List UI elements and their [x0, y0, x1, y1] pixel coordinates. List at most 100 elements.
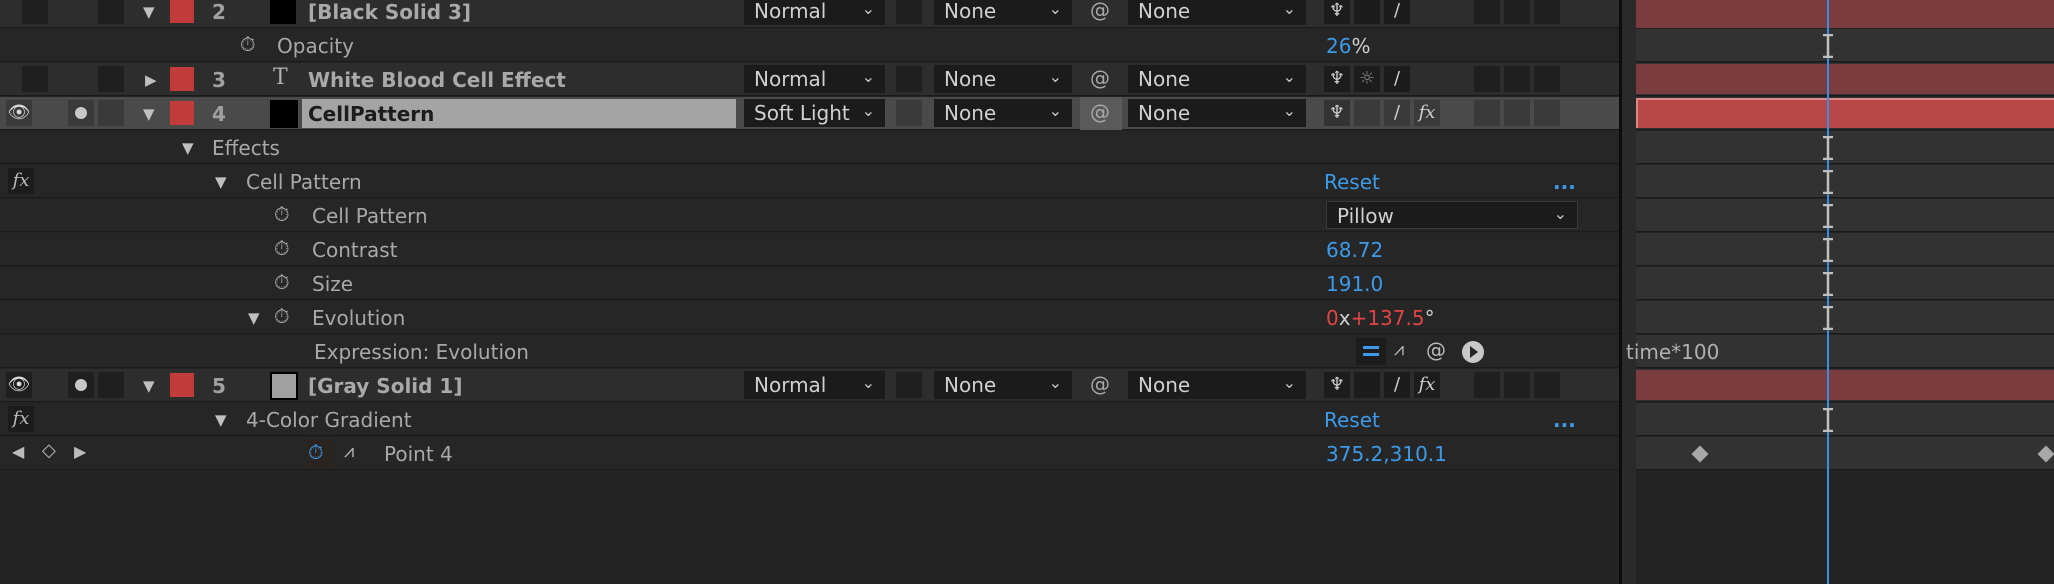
twirl-down-icon[interactable]: ▼: [143, 3, 155, 21]
more-options-link[interactable]: ...: [1553, 170, 1576, 194]
stopwatch-icon[interactable]: ⏱: [274, 304, 290, 328]
layer-name-field[interactable]: CellPattern: [302, 99, 736, 128]
label-color-swatch[interactable]: [170, 0, 194, 23]
pickwhip-spiral-icon[interactable]: @: [1090, 372, 1110, 396]
twirl-down-icon[interactable]: ▼: [248, 309, 260, 327]
solo-toggle[interactable]: [68, 372, 94, 398]
eye-icon[interactable]: 👁: [6, 100, 32, 126]
cell-pattern-dropdown[interactable]: Pillow ⌄: [1326, 201, 1578, 229]
add-keyframe-diamond-icon[interactable]: ◇: [42, 440, 56, 461]
reset-link[interactable]: Reset: [1324, 408, 1380, 432]
lock-toggle[interactable]: [98, 100, 124, 126]
twirl-down-icon[interactable]: ▼: [143, 377, 155, 395]
keyframe[interactable]: [2037, 445, 2054, 463]
fx-toggle-icon[interactable]: fx: [8, 406, 34, 432]
pickwhip-spiral-icon[interactable]: @: [1090, 0, 1110, 22]
solo-toggle[interactable]: [68, 100, 94, 126]
switch-box[interactable]: [1474, 100, 1500, 126]
switch-box[interactable]: [1474, 66, 1500, 92]
mode-dropdown[interactable]: Normal ⌄: [744, 65, 885, 93]
timeline-area[interactable]: time*100: [1626, 0, 2054, 584]
size-value[interactable]: 191.0: [1326, 272, 1383, 296]
expression-language-menu-icon[interactable]: [1462, 341, 1484, 363]
graph-icon[interactable]: ⩘: [1394, 339, 1404, 360]
layer-row-2[interactable]: ▼ 2 [Black Solid 3] Normal ⌄ None ⌄ @ None…: [0, 0, 1621, 28]
trkmat-dropdown[interactable]: None ⌄: [934, 0, 1072, 25]
switch-box[interactable]: [1474, 372, 1500, 398]
preserve-transparency-toggle[interactable]: [896, 0, 922, 24]
contrast-value[interactable]: 68.72: [1326, 238, 1383, 262]
layer-row-3[interactable]: ▶ 3 T White Blood Cell Effect Normal ⌄ No…: [0, 63, 1621, 96]
quality-slash-icon[interactable]: /: [1384, 100, 1410, 126]
effects-group-row[interactable]: ▼ Effects: [0, 131, 1621, 164]
layer-duration-bar-selected[interactable]: [1636, 98, 2054, 128]
twirl-down-icon[interactable]: ▼: [143, 105, 155, 123]
stopwatch-icon[interactable]: ⏱: [274, 236, 290, 260]
preserve-transparency-toggle[interactable]: [896, 66, 922, 92]
switch-box[interactable]: [1504, 66, 1530, 92]
opacity-number[interactable]: 26: [1326, 34, 1351, 58]
pickwhip-spiral-icon[interactable]: @: [1090, 100, 1110, 124]
mode-dropdown[interactable]: Normal ⌄: [744, 371, 885, 399]
collapse-switch[interactable]: [1354, 0, 1380, 24]
stopwatch-icon[interactable]: ⏱: [274, 270, 290, 294]
switch-box[interactable]: [1534, 372, 1560, 398]
shy-icon[interactable]: ♆: [1324, 66, 1350, 92]
point-x-value[interactable]: 375.2: [1326, 442, 1383, 466]
point-y-value[interactable]: 310.1: [1390, 442, 1447, 466]
opacity-value[interactable]: 26%: [1326, 34, 1370, 58]
trkmat-dropdown[interactable]: None ⌄: [934, 99, 1072, 127]
effect-row-cell-pattern[interactable]: fx ▼ Cell Pattern Reset ...: [0, 165, 1621, 198]
point-value[interactable]: 375.2,310.1: [1326, 442, 1447, 466]
fx-toggle-icon[interactable]: fx: [1414, 372, 1440, 398]
stopwatch-icon[interactable]: ⏱: [240, 32, 256, 56]
parent-dropdown[interactable]: None ⌄: [1128, 65, 1306, 93]
label-color-swatch[interactable]: [170, 373, 194, 397]
layer-duration-bar[interactable]: [1636, 0, 2054, 28]
av-toggle[interactable]: [22, 0, 48, 24]
degrees-value[interactable]: +137.5: [1351, 306, 1425, 330]
collapse-switch[interactable]: [1354, 100, 1380, 126]
shy-icon[interactable]: ♆: [1324, 372, 1350, 398]
evolution-value[interactable]: 0x+137.5°: [1326, 306, 1435, 330]
revolutions-value[interactable]: 0: [1326, 306, 1339, 330]
lock-toggle[interactable]: [98, 66, 124, 92]
layer-name[interactable]: White Blood Cell Effect: [308, 68, 566, 92]
expression-enable-toggle[interactable]: [1356, 338, 1386, 365]
expression-text[interactable]: time*100: [1626, 340, 1719, 364]
keyframe[interactable]: [1691, 445, 1709, 463]
lock-toggle[interactable]: [98, 0, 124, 24]
layer-row-4[interactable]: 👁 ▼ 4 CellPattern Soft Light ⌄ None ⌄ @ No…: [0, 97, 1621, 130]
quality-slash-icon[interactable]: /: [1384, 66, 1410, 92]
layer-duration-bar[interactable]: [1636, 64, 2054, 94]
quality-slash-icon[interactable]: /: [1384, 372, 1410, 398]
switch-box[interactable]: [1504, 0, 1530, 24]
preserve-transparency-toggle[interactable]: [896, 372, 922, 398]
parent-dropdown[interactable]: None ⌄: [1128, 371, 1306, 399]
twirl-down-icon[interactable]: ▼: [215, 173, 227, 191]
next-keyframe-icon[interactable]: ▶: [74, 442, 86, 461]
mode-dropdown[interactable]: Soft Light ⌄: [744, 99, 885, 127]
shy-icon[interactable]: ♆: [1324, 100, 1350, 126]
label-color-swatch[interactable]: [170, 101, 194, 125]
trkmat-dropdown[interactable]: None ⌄: [934, 371, 1072, 399]
switch-box[interactable]: [1504, 100, 1530, 126]
av-toggle[interactable]: [22, 66, 48, 92]
mode-dropdown[interactable]: Normal ⌄: [744, 0, 885, 25]
collapse-switch[interactable]: [1354, 372, 1380, 398]
stopwatch-active-icon[interactable]: ⏱: [308, 440, 324, 464]
previous-keyframe-icon[interactable]: ◀: [12, 442, 24, 461]
graph-icon[interactable]: ⩘: [344, 441, 354, 462]
layer-name[interactable]: [Gray Solid 1]: [308, 374, 463, 398]
lock-toggle[interactable]: [98, 372, 124, 398]
quality-slash-icon[interactable]: /: [1384, 0, 1410, 24]
more-options-link[interactable]: ...: [1553, 408, 1576, 432]
shy-icon[interactable]: ♆: [1324, 0, 1350, 24]
twirl-right-icon[interactable]: ▶: [145, 71, 157, 89]
continuous-rasterize-sun-icon[interactable]: ☼: [1354, 66, 1380, 92]
preserve-transparency-toggle[interactable]: [896, 100, 922, 126]
twirl-down-icon[interactable]: ▼: [215, 411, 227, 429]
layer-name[interactable]: [Black Solid 3]: [308, 0, 471, 24]
layer-row-5[interactable]: 👁 ▼ 5 [Gray Solid 1] Normal ⌄ None ⌄ @ Non…: [0, 369, 1621, 402]
switch-box[interactable]: [1534, 66, 1560, 92]
